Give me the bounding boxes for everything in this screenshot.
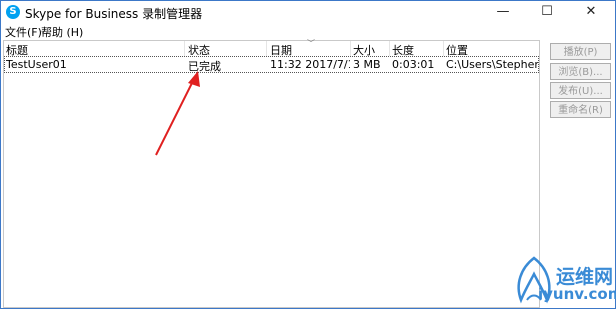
menu-bar: 文件(F) 帮助 (H) <box>1 23 615 39</box>
menu-help[interactable]: 帮助 (H) <box>41 24 83 40</box>
title-bar[interactable]: S Skype for Business 录制管理器 — ☐ ✕ <box>1 1 615 23</box>
minimize-button[interactable]: — <box>481 1 525 23</box>
column-divider[interactable] <box>350 41 351 56</box>
window-title: Skype for Business 录制管理器 <box>25 7 203 21</box>
publish-button[interactable]: 发布(U)... <box>550 82 611 99</box>
cell-title: TestUser01 <box>6 58 67 71</box>
cell-location: C:\Users\Stephen ... <box>446 58 538 71</box>
column-divider[interactable] <box>443 41 444 56</box>
skype-icon: S <box>6 5 20 19</box>
recording-manager-window: S Skype for Business 录制管理器 — ☐ ✕ 文件(F) 帮… <box>0 0 616 309</box>
menu-file[interactable]: 文件(F) <box>5 24 42 40</box>
cell-date: 11:32 2017/7/17 <box>270 58 350 71</box>
column-divider[interactable] <box>389 41 390 56</box>
play-button[interactable]: 播放(P) <box>550 43 611 60</box>
column-divider[interactable] <box>184 41 185 56</box>
close-button[interactable]: ✕ <box>569 1 613 23</box>
rename-button[interactable]: 重命名(R) <box>550 101 611 118</box>
browse-button[interactable]: 浏览(B)... <box>550 63 611 80</box>
table-row[interactable]: TestUser01 已完成 11:32 2017/7/17 3 MB 0:03… <box>4 56 539 73</box>
sort-descending-icon: ﹀ <box>307 39 315 48</box>
watermark-url: iyunv.com <box>538 285 616 303</box>
maximize-button[interactable]: ☐ <box>525 1 569 23</box>
cell-length: 0:03:01 <box>392 58 435 71</box>
cell-size: 3 MB <box>353 58 381 71</box>
column-divider[interactable] <box>266 41 267 56</box>
list-header: 标题 状态 日期 ﹀ 大小 长度 位置 <box>4 39 539 57</box>
recordings-list[interactable]: 标题 状态 日期 ﹀ 大小 长度 位置 TestUser01 已完成 11:32… <box>3 39 540 308</box>
annotation-arrow <box>155 71 200 156</box>
